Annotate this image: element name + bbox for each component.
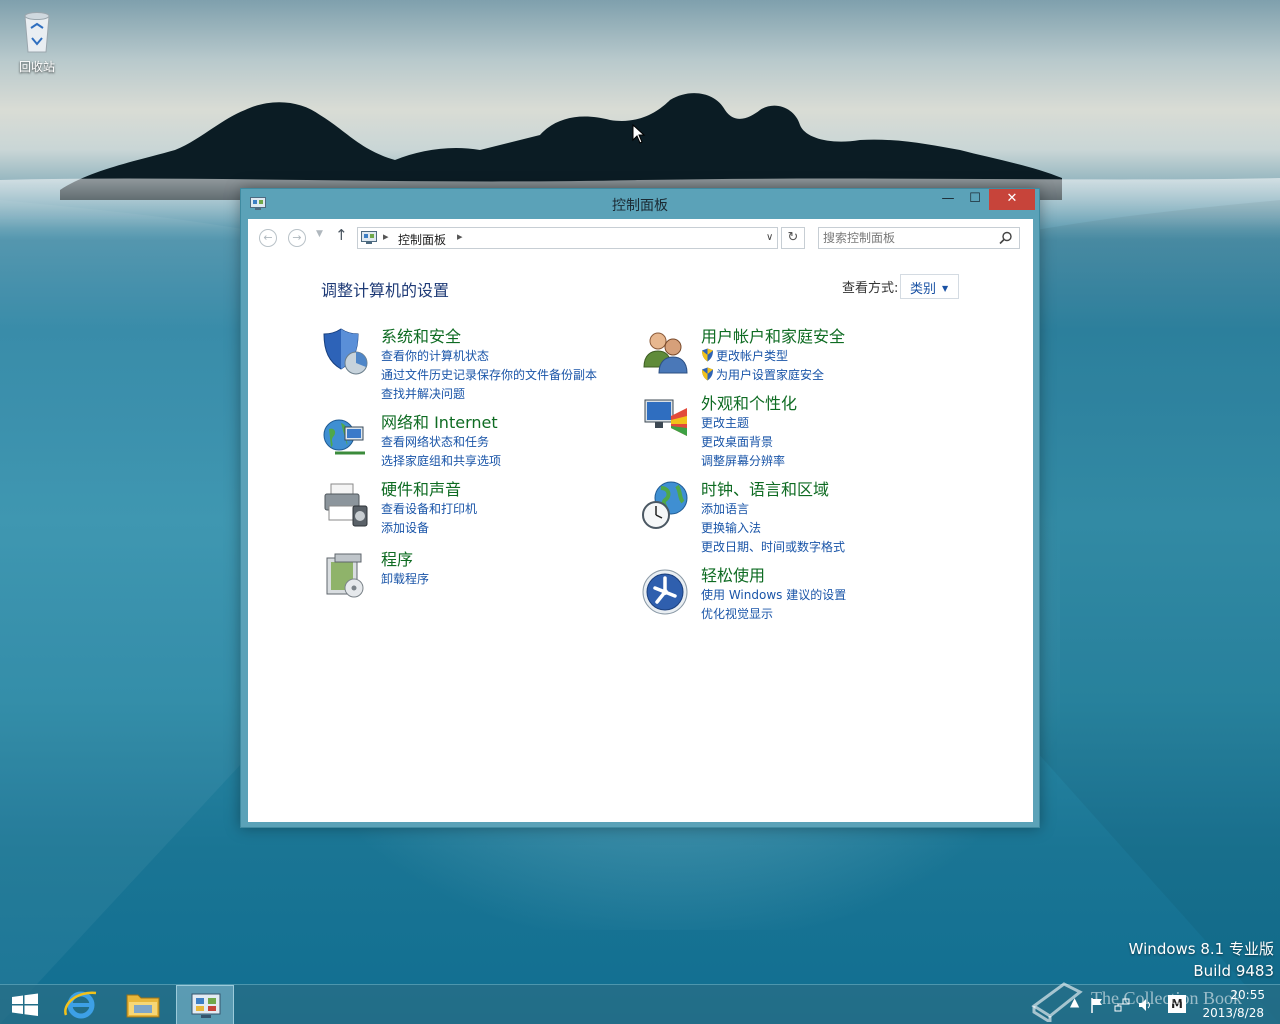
refresh-button[interactable]: ↻ [781,227,805,249]
ease-of-access-icon[interactable] [641,566,691,616]
link-network-status[interactable]: 查看网络状态和任务 [381,433,501,452]
link-file-history-backup[interactable]: 通过文件历史记录保存你的文件备份副本 [381,366,597,385]
windows-logo-icon [12,993,38,1016]
link-devices-printers[interactable]: 查看设备和打印机 [381,500,477,519]
network-globe-icon[interactable] [321,413,371,463]
address-bar[interactable]: ▸ 控制面板 ▸ ∨ [357,227,778,249]
link-screen-resolution[interactable]: 调整屏幕分辨率 [701,452,785,471]
forward-button[interactable]: → [288,229,306,247]
taskbar-file-explorer[interactable] [114,985,172,1024]
up-button[interactable]: ↑ [335,226,348,244]
page-heading: 调整计算机的设置 [321,281,450,300]
programs-box-icon[interactable] [321,550,371,600]
os-version-edition: Windows 8.1 专业版 [1128,940,1274,958]
category-title[interactable]: 时钟、语言和区域 [701,480,829,500]
window-client-area: ← → ▼ ↑ ▸ 控制面板 ▸ ∨ ↻ 搜索控制面板 调整计算机的设置 查看方… [248,219,1033,822]
view-by-label: 查看方式: [842,281,899,296]
search-input[interactable] [823,230,995,246]
taskbar-internet-explorer[interactable] [52,985,110,1024]
recent-locations-dropdown[interactable]: ▼ [316,229,323,239]
mouse-pointer-icon [632,124,646,144]
link-optimize-display[interactable]: 优化视觉显示 [701,605,846,624]
link-change-input-method[interactable]: 更换输入法 [701,519,845,538]
category-title[interactable]: 外观和个性化 [701,394,797,414]
link-change-theme[interactable]: 更改主题 [701,414,785,433]
link-change-account-type[interactable]: 更改帐户类型 [701,347,824,366]
control-panel-location-icon [361,231,377,244]
close-button[interactable]: ✕ [989,189,1035,210]
users-icon[interactable] [641,327,691,377]
link-desktop-background[interactable]: 更改桌面背景 [701,433,785,452]
taskbar-control-panel[interactable] [176,985,234,1024]
taskbar: ▲ M 20:55 2013/8/28 [0,984,1280,1024]
minimize-button[interactable]: — [937,189,959,210]
category-title[interactable]: 系统和安全 [381,327,461,347]
category-title[interactable]: 程序 [381,550,413,570]
back-button[interactable]: ← [259,229,277,247]
breadcrumb-separator-icon[interactable]: ▸ [383,230,389,243]
maximize-button[interactable]: ☐ [963,189,987,210]
book-watermark-icon [1031,982,1083,1022]
control-panel-taskbar-icon [191,993,221,1018]
internet-explorer-icon [64,991,97,1019]
window-title: 控制面板 [612,198,668,214]
start-button[interactable] [0,985,50,1024]
shield-computer-icon[interactable] [321,327,371,377]
link-family-safety[interactable]: 为用户设置家庭安全 [701,366,824,385]
recycle-bin-icon [24,12,50,53]
breadcrumb-separator-icon[interactable]: ▸ [457,230,463,243]
appearance-monitor-icon[interactable] [641,394,691,444]
address-history-dropdown[interactable]: ∨ [766,232,773,243]
category-title[interactable]: 硬件和声音 [381,480,461,500]
category-title[interactable]: 网络和 Internet [381,413,498,433]
search-box[interactable] [818,227,1020,249]
breadcrumb-control-panel[interactable]: 控制面板 [398,231,446,248]
clock-globe-icon[interactable] [641,480,691,530]
search-icon[interactable] [999,231,1013,245]
link-view-computer-status[interactable]: 查看你的计算机状态 [381,347,597,366]
desktop-icon-recycle-bin[interactable]: 回收站 [10,6,64,75]
link-label: 更改帐户类型 [716,349,789,363]
link-uninstall-program[interactable]: 卸载程序 [381,570,429,589]
corner-watermark-text: The Collection Book [1091,988,1242,1008]
os-version-build: Build 9483 [1193,962,1274,980]
view-by-dropdown[interactable]: 类别 ▼ [900,274,959,299]
link-add-device[interactable]: 添加设备 [381,519,477,538]
control-panel-window[interactable]: 控制面板 — ☐ ✕ ← → ▼ ↑ ▸ 控制面板 ▸ ∨ ↻ 搜索控制面板 调… [240,188,1040,828]
os-version-watermark: Windows 8.1 专业版 Build 9483 [1129,938,1274,982]
link-homegroup-sharing[interactable]: 选择家庭组和共享选项 [381,452,501,471]
uac-shield-icon [702,367,713,381]
category-title[interactable]: 轻松使用 [701,566,765,586]
link-date-time-number-format[interactable]: 更改日期、时间或数字格式 [701,538,845,557]
window-titlebar[interactable]: 控制面板 — ☐ ✕ [241,189,1039,219]
link-troubleshoot[interactable]: 查找并解决问题 [381,385,597,404]
link-add-language[interactable]: 添加语言 [701,500,845,519]
navigation-toolbar: ← → ▼ ↑ ▸ 控制面板 ▸ ∨ ↻ [248,219,1033,257]
printer-icon[interactable] [321,480,371,530]
recycle-bin-label: 回收站 [18,60,55,74]
category-title[interactable]: 用户帐户和家庭安全 [701,327,845,347]
link-recommended-settings[interactable]: 使用 Windows 建议的设置 [701,586,846,605]
view-by-value: 类别 [910,282,937,297]
chevron-down-icon: ▼ [942,284,949,293]
link-label: 为用户设置家庭安全 [716,368,825,382]
uac-shield-icon [702,348,713,362]
folder-icon [126,994,160,1018]
